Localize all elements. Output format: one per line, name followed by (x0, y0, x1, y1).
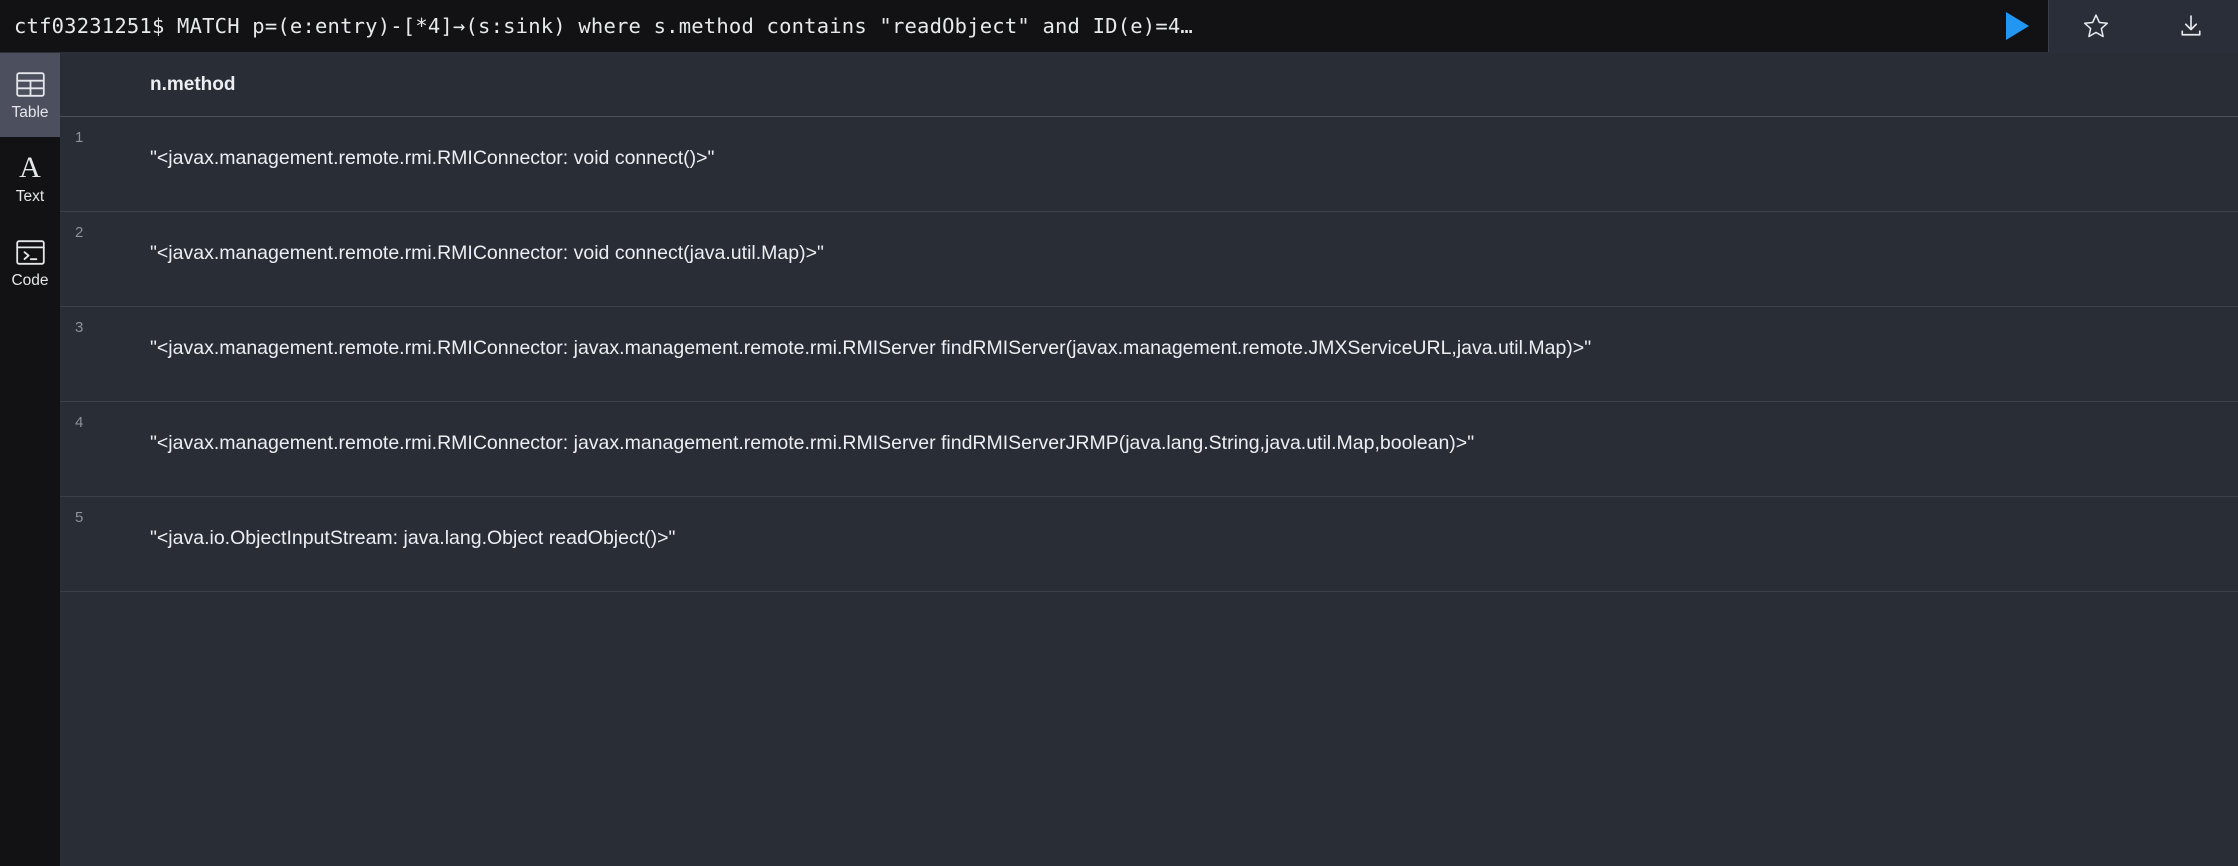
star-icon (2082, 12, 2110, 40)
table-header-row: n.method (60, 53, 2238, 117)
row-number: 4 (75, 414, 84, 431)
sidebar-item-text[interactable]: A Text (0, 137, 60, 221)
code-terminal-icon (15, 237, 45, 267)
favorite-button[interactable] (2065, 0, 2127, 53)
table-body: 1 "<javax.management.remote.rmi.RMIConne… (60, 117, 2238, 866)
cell-n-method: "<javax.management.remote.rmi.RMIConnect… (150, 147, 715, 169)
play-icon (2004, 11, 2030, 41)
query-bar-actions (2048, 0, 2238, 52)
row-number: 2 (75, 224, 84, 241)
query-input[interactable]: ctf03231251$ MATCH p=(e:entry)-[*4]→(s:s… (0, 0, 1986, 52)
sidebar-item-code-label: Code (11, 272, 49, 289)
sidebar-item-text-label: Text (15, 188, 45, 205)
download-icon (2177, 12, 2205, 40)
table-icon (15, 69, 45, 99)
query-bar: ctf03231251$ MATCH p=(e:entry)-[*4]→(s:s… (0, 0, 2238, 53)
table-row[interactable]: 1 "<javax.management.remote.rmi.RMIConne… (60, 117, 2238, 212)
column-header-n-method: n.method (150, 73, 236, 95)
row-number: 1 (75, 129, 84, 146)
sidebar-item-table[interactable]: Table (0, 53, 60, 137)
table-row[interactable]: 4 "<javax.management.remote.rmi.RMIConne… (60, 402, 2238, 497)
table-row[interactable]: 2 "<javax.management.remote.rmi.RMIConne… (60, 212, 2238, 307)
cell-n-method: "<javax.management.remote.rmi.RMIConnect… (150, 432, 1475, 454)
cell-n-method: "<javax.management.remote.rmi.RMIConnect… (150, 337, 1592, 359)
results-table: n.method 1 "<javax.management.remote.rmi… (60, 53, 2238, 866)
table-row[interactable]: 5 "<java.io.ObjectInputStream: java.lang… (60, 497, 2238, 592)
table-row[interactable]: 3 "<javax.management.remote.rmi.RMIConne… (60, 307, 2238, 402)
sidebar-item-table-label: Table (11, 104, 49, 121)
row-number: 3 (75, 319, 84, 336)
query-result-panel: ctf03231251$ MATCH p=(e:entry)-[*4]→(s:s… (0, 0, 2238, 866)
cell-n-method: "<java.io.ObjectInputStream: java.lang.O… (150, 527, 676, 549)
download-button[interactable] (2160, 0, 2222, 53)
row-number: 5 (75, 509, 84, 526)
query-text[interactable]: ctf03231251$ MATCH p=(e:entry)-[*4]→(s:s… (14, 14, 1986, 38)
text-a-icon: A (19, 151, 41, 184)
run-query-button[interactable] (1986, 0, 2048, 52)
result-body: Table A Text Code n.method 1 "<javax.man… (0, 53, 2238, 866)
view-mode-sidebar: Table A Text Code (0, 53, 60, 866)
sidebar-item-code[interactable]: Code (0, 221, 60, 305)
cell-n-method: "<javax.management.remote.rmi.RMIConnect… (150, 242, 824, 264)
